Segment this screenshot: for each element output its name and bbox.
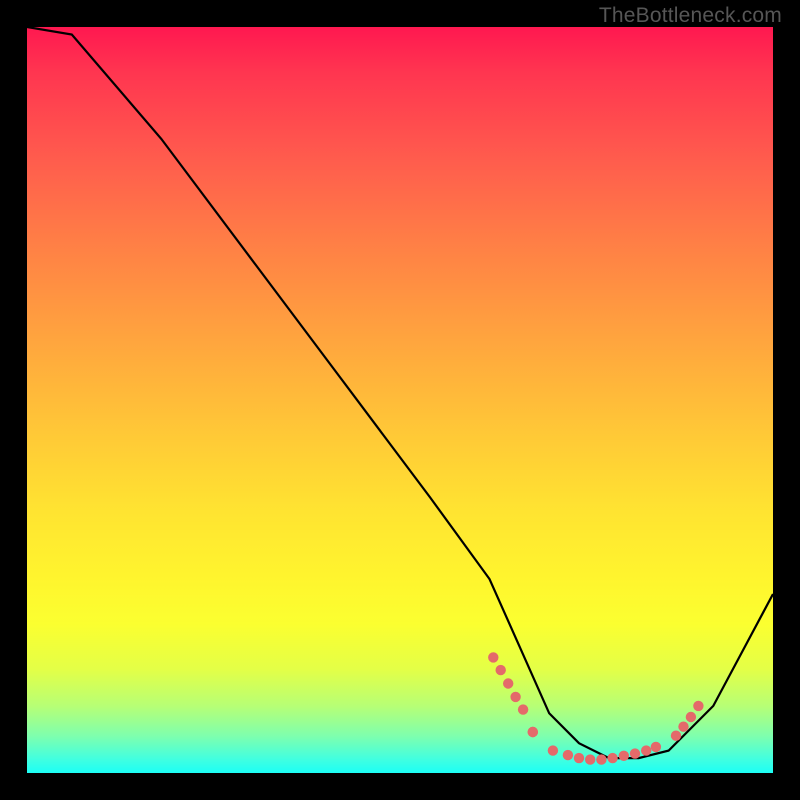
data-point	[641, 745, 651, 755]
data-point	[528, 727, 538, 737]
data-point	[548, 745, 558, 755]
data-point	[503, 678, 513, 688]
data-point	[693, 701, 703, 711]
data-point	[678, 722, 688, 732]
plot-area	[27, 27, 773, 773]
data-point	[596, 754, 606, 764]
data-point	[651, 742, 661, 752]
data-point	[585, 754, 595, 764]
data-point	[518, 704, 528, 714]
data-point	[607, 753, 617, 763]
data-point	[488, 652, 498, 662]
watermark-text: TheBottleneck.com	[599, 4, 782, 28]
data-point	[619, 751, 629, 761]
chart-container: TheBottleneck.com	[0, 0, 800, 800]
data-point	[671, 731, 681, 741]
curve-line	[27, 27, 773, 758]
data-point	[496, 665, 506, 675]
data-point	[510, 692, 520, 702]
data-point	[563, 750, 573, 760]
data-point	[630, 748, 640, 758]
chart-svg	[27, 27, 773, 773]
data-point	[574, 753, 584, 763]
data-point	[686, 712, 696, 722]
